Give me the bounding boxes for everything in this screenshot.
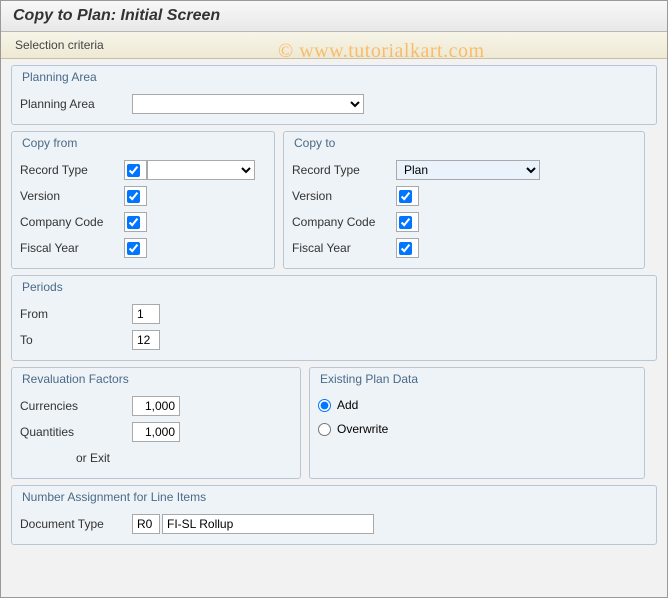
group-title: Periods	[20, 276, 648, 300]
overwrite-radio-label: Overwrite	[337, 422, 388, 436]
group-planning-area: Planning Area Planning Area	[11, 65, 657, 125]
planning-area-select[interactable]	[132, 94, 364, 114]
group-copy-to: Copy to Record Type Plan Version Company…	[283, 131, 645, 269]
fiscal-year-label: Fiscal Year	[20, 241, 124, 255]
version-check-wrap	[396, 186, 419, 206]
group-copy-from: Copy from Record Type Version Company Co…	[11, 131, 275, 269]
fiscal-year-from-check[interactable]	[127, 242, 140, 255]
period-from-input[interactable]	[132, 304, 160, 324]
to-label: To	[20, 333, 132, 347]
group-periods: Periods From To	[11, 275, 657, 361]
group-title: Copy to	[292, 132, 636, 156]
document-type-label: Document Type	[20, 517, 132, 531]
company-code-label: Company Code	[292, 215, 396, 229]
add-radio-label: Add	[337, 398, 358, 412]
group-title: Planning Area	[20, 66, 648, 90]
from-label: From	[20, 307, 132, 321]
record-type-to-select[interactable]: Plan	[396, 160, 540, 180]
company-code-label: Company Code	[20, 215, 124, 229]
toolbar: Selection criteria	[1, 32, 667, 59]
document-type-code-input[interactable]	[132, 514, 160, 534]
currencies-label: Currencies	[20, 399, 132, 413]
page-title: Copy to Plan: Initial Screen	[13, 7, 655, 25]
fiscal-year-to-check[interactable]	[399, 242, 412, 255]
record-type-label: Record Type	[20, 163, 124, 177]
fiscal-year-check-wrap	[396, 238, 419, 258]
planning-area-label: Planning Area	[20, 97, 132, 111]
record-type-from-select[interactable]	[147, 160, 255, 180]
toolbar-label: Selection criteria	[15, 38, 104, 52]
version-from-check[interactable]	[127, 190, 140, 203]
group-title: Number Assignment for Line Items	[20, 486, 648, 510]
or-exit-label: or Exit	[20, 451, 124, 465]
period-to-input[interactable]	[132, 330, 160, 350]
version-to-check[interactable]	[399, 190, 412, 203]
group-existing-plan-data: Existing Plan Data Add Overwrite	[309, 367, 645, 479]
fiscal-year-check-wrap	[124, 238, 147, 258]
titlebar: Copy to Plan: Initial Screen	[1, 1, 667, 32]
version-label: Version	[292, 189, 396, 203]
group-revaluation-factors: Revaluation Factors Currencies Quantitie…	[11, 367, 301, 479]
group-title: Copy from	[20, 132, 266, 156]
record-type-check-wrap	[124, 160, 147, 180]
company-code-check-wrap	[124, 212, 147, 232]
fiscal-year-label: Fiscal Year	[292, 241, 396, 255]
currencies-input[interactable]	[132, 396, 180, 416]
overwrite-radio[interactable]	[318, 423, 331, 436]
company-code-to-check[interactable]	[399, 216, 412, 229]
record-type-check[interactable]	[127, 164, 140, 177]
group-number-assignment: Number Assignment for Line Items Documen…	[11, 485, 657, 545]
quantities-label: Quantities	[20, 425, 132, 439]
company-code-from-check[interactable]	[127, 216, 140, 229]
group-title: Existing Plan Data	[318, 368, 636, 392]
version-label: Version	[20, 189, 124, 203]
company-code-check-wrap	[396, 212, 419, 232]
document-type-desc-input[interactable]	[162, 514, 374, 534]
add-radio[interactable]	[318, 399, 331, 412]
quantities-input[interactable]	[132, 422, 180, 442]
group-title: Revaluation Factors	[20, 368, 292, 392]
version-check-wrap	[124, 186, 147, 206]
record-type-label: Record Type	[292, 163, 396, 177]
